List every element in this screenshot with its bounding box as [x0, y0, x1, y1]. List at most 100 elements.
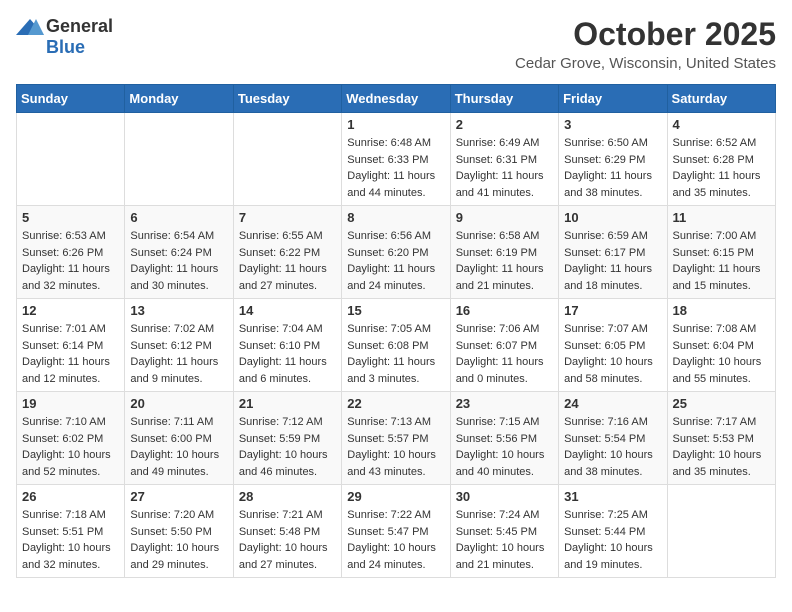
day-info: Sunrise: 6:58 AM Sunset: 6:19 PM Dayligh… [456, 228, 553, 294]
day-number: 7 [239, 210, 336, 225]
calendar-cell: 18 Sunrise: 7:08 AM Sunset: 6:04 PM Dayli… [667, 299, 775, 392]
day-info: Sunrise: 7:06 AM Sunset: 6:07 PM Dayligh… [456, 321, 553, 387]
day-number: 9 [456, 210, 553, 225]
calendar-cell: 15 Sunrise: 7:05 AM Sunset: 6:08 PM Dayli… [342, 299, 450, 392]
day-header-friday: Friday [559, 85, 667, 113]
day-number: 18 [673, 303, 770, 318]
day-info: Sunrise: 7:12 AM Sunset: 5:59 PM Dayligh… [239, 414, 336, 480]
calendar-cell: 23Sunrise: 7:15 AM Sunset: 5:56 PM Dayli… [450, 392, 558, 485]
calendar-cell [125, 113, 233, 206]
day-info: Sunrise: 7:24 AM Sunset: 5:45 PM Dayligh… [456, 507, 553, 573]
calendar-cell: 7 Sunrise: 6:55 AM Sunset: 6:22 PM Daylig… [233, 206, 341, 299]
location-subtitle: Cedar Grove, Wisconsin, United States [515, 55, 776, 72]
calendar-cell: 14 Sunrise: 7:04 AM Sunset: 6:10 PM Dayli… [233, 299, 341, 392]
calendar-cell: 27 Sunrise: 7:20 AM Sunset: 5:50 PM Dayli… [125, 485, 233, 578]
day-number: 28 [239, 489, 336, 504]
day-number: 5 [22, 210, 119, 225]
day-number: 27 [130, 489, 227, 504]
day-info: Sunrise: 7:22 AM Sunset: 5:47 PM Dayligh… [347, 507, 444, 573]
calendar-cell: 5 Sunrise: 6:53 AM Sunset: 6:26 PM Daylig… [17, 206, 125, 299]
calendar-cell: 20 Sunrise: 7:11 AM Sunset: 6:00 PM Dayli… [125, 392, 233, 485]
calendar-cell: 24Sunrise: 7:16 AM Sunset: 5:54 PM Dayli… [559, 392, 667, 485]
day-info: Sunrise: 6:49 AM Sunset: 6:31 PM Dayligh… [456, 135, 553, 201]
day-number: 21 [239, 396, 336, 411]
calendar-table: SundayMondayTuesdayWednesdayThursdayFrid… [16, 84, 776, 578]
day-number: 23 [456, 396, 553, 411]
logo-icon [16, 17, 44, 37]
logo: General Blue [16, 16, 113, 58]
calendar-cell: 9 Sunrise: 6:58 AM Sunset: 6:19 PM Daylig… [450, 206, 558, 299]
day-number: 11 [673, 210, 770, 225]
day-number: 20 [130, 396, 227, 411]
calendar-cell: 30 Sunrise: 7:24 AM Sunset: 5:45 PM Dayli… [450, 485, 558, 578]
day-number: 14 [239, 303, 336, 318]
day-info: Sunrise: 7:01 AM Sunset: 6:14 PM Dayligh… [22, 321, 119, 387]
calendar-cell: 10 Sunrise: 6:59 AM Sunset: 6:17 PM Dayli… [559, 206, 667, 299]
calendar-cell: 11 Sunrise: 7:00 AM Sunset: 6:15 PM Dayli… [667, 206, 775, 299]
day-number: 22 [347, 396, 444, 411]
calendar-cell: 28Sunrise: 7:21 AM Sunset: 5:48 PM Dayli… [233, 485, 341, 578]
day-header-thursday: Thursday [450, 85, 558, 113]
calendar-week-row: 1Sunrise: 6:48 AM Sunset: 6:33 PM Daylig… [17, 113, 776, 206]
day-number: 2 [456, 117, 553, 132]
day-number: 17 [564, 303, 661, 318]
day-number: 3 [564, 117, 661, 132]
day-number: 15 [347, 303, 444, 318]
title-area: October 2025 Cedar Grove, Wisconsin, Uni… [515, 16, 776, 72]
calendar-week-row: 5 Sunrise: 6:53 AM Sunset: 6:26 PM Daylig… [17, 206, 776, 299]
day-info: Sunrise: 7:13 AM Sunset: 5:57 PM Dayligh… [347, 414, 444, 480]
day-info: Sunrise: 7:10 AM Sunset: 6:02 PM Dayligh… [22, 414, 119, 480]
day-number: 26 [22, 489, 119, 504]
day-info: Sunrise: 6:59 AM Sunset: 6:17 PM Dayligh… [564, 228, 661, 294]
day-number: 30 [456, 489, 553, 504]
day-info: Sunrise: 7:08 AM Sunset: 6:04 PM Dayligh… [673, 321, 770, 387]
day-number: 10 [564, 210, 661, 225]
day-info: Sunrise: 7:05 AM Sunset: 6:08 PM Dayligh… [347, 321, 444, 387]
day-header-monday: Monday [125, 85, 233, 113]
calendar-cell: 17 Sunrise: 7:07 AM Sunset: 6:05 PM Dayli… [559, 299, 667, 392]
logo-blue: Blue [46, 37, 85, 58]
day-info: Sunrise: 7:00 AM Sunset: 6:15 PM Dayligh… [673, 228, 770, 294]
day-header-sunday: Sunday [17, 85, 125, 113]
calendar-cell: 1Sunrise: 6:48 AM Sunset: 6:33 PM Daylig… [342, 113, 450, 206]
calendar-cell [17, 113, 125, 206]
page-header: General Blue October 2025 Cedar Grove, W… [16, 16, 776, 72]
day-info: Sunrise: 7:25 AM Sunset: 5:44 PM Dayligh… [564, 507, 661, 573]
day-info: Sunrise: 7:02 AM Sunset: 6:12 PM Dayligh… [130, 321, 227, 387]
calendar-cell: 12 Sunrise: 7:01 AM Sunset: 6:14 PM Dayli… [17, 299, 125, 392]
calendar-cell: 8 Sunrise: 6:56 AM Sunset: 6:20 PM Daylig… [342, 206, 450, 299]
calendar-week-row: 19 Sunrise: 7:10 AM Sunset: 6:02 PM Dayli… [17, 392, 776, 485]
calendar-cell: 6 Sunrise: 6:54 AM Sunset: 6:24 PM Daylig… [125, 206, 233, 299]
day-info: Sunrise: 7:18 AM Sunset: 5:51 PM Dayligh… [22, 507, 119, 573]
day-number: 31 [564, 489, 661, 504]
calendar-cell: 25Sunrise: 7:17 AM Sunset: 5:53 PM Dayli… [667, 392, 775, 485]
day-header-tuesday: Tuesday [233, 85, 341, 113]
calendar-cell: 19 Sunrise: 7:10 AM Sunset: 6:02 PM Dayli… [17, 392, 125, 485]
day-info: Sunrise: 7:04 AM Sunset: 6:10 PM Dayligh… [239, 321, 336, 387]
day-info: Sunrise: 7:07 AM Sunset: 6:05 PM Dayligh… [564, 321, 661, 387]
calendar-cell: 16 Sunrise: 7:06 AM Sunset: 6:07 PM Dayli… [450, 299, 558, 392]
day-number: 16 [456, 303, 553, 318]
day-info: Sunrise: 6:56 AM Sunset: 6:20 PM Dayligh… [347, 228, 444, 294]
calendar-cell: 21 Sunrise: 7:12 AM Sunset: 5:59 PM Dayli… [233, 392, 341, 485]
day-number: 25 [673, 396, 770, 411]
day-number: 6 [130, 210, 227, 225]
day-info: Sunrise: 6:48 AM Sunset: 6:33 PM Dayligh… [347, 135, 444, 201]
logo-general: General [46, 16, 113, 37]
day-number: 12 [22, 303, 119, 318]
day-header-saturday: Saturday [667, 85, 775, 113]
day-info: Sunrise: 6:52 AM Sunset: 6:28 PM Dayligh… [673, 135, 770, 201]
calendar-week-row: 12 Sunrise: 7:01 AM Sunset: 6:14 PM Dayli… [17, 299, 776, 392]
day-number: 29 [347, 489, 444, 504]
calendar-week-row: 26 Sunrise: 7:18 AM Sunset: 5:51 PM Dayli… [17, 485, 776, 578]
calendar-cell [667, 485, 775, 578]
day-number: 19 [22, 396, 119, 411]
day-number: 4 [673, 117, 770, 132]
day-info: Sunrise: 7:20 AM Sunset: 5:50 PM Dayligh… [130, 507, 227, 573]
day-number: 8 [347, 210, 444, 225]
calendar-cell: 31 Sunrise: 7:25 AM Sunset: 5:44 PM Dayli… [559, 485, 667, 578]
day-info: Sunrise: 6:53 AM Sunset: 6:26 PM Dayligh… [22, 228, 119, 294]
day-info: Sunrise: 6:54 AM Sunset: 6:24 PM Dayligh… [130, 228, 227, 294]
day-info: Sunrise: 6:55 AM Sunset: 6:22 PM Dayligh… [239, 228, 336, 294]
day-info: Sunrise: 7:11 AM Sunset: 6:00 PM Dayligh… [130, 414, 227, 480]
